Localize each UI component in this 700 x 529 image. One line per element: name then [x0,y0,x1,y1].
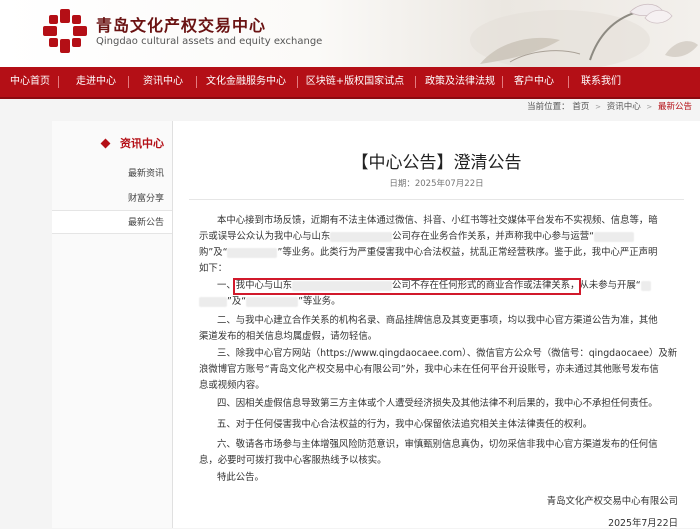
text-line: 二、与我中心建立合作关系的机构名录、商品挂牌信息及其变更事项，均以我中心官方渠道… [217,315,658,326]
text-line: ”及“ ”等业务。 [199,294,679,310]
chevron-right-icon: > [595,103,601,111]
site-subtitle: Qingdao cultural assets and equity excha… [96,36,323,47]
text-line: 本中心接到市场反馈，近期有不法主体通过微信、抖音、小红书等社交媒体平台发布不实视… [217,215,658,226]
sidebar-title: 资讯中心 [120,137,164,150]
paragraph-closing: 特此公告。 [199,470,679,486]
text-line: 特此公告。 [217,472,264,483]
breadcrumb-current: 最新公告 [657,102,692,112]
highlight-box [233,278,581,295]
redacted-text [594,231,634,242]
redacted-text [227,247,278,258]
text-span: ”等业务。 [298,296,341,307]
text-line: 示或误导公众认为我中心与山东 公司存在业务合作关系，并声称我中心参与运营“ [199,229,679,245]
nav-divider [415,76,416,88]
text-line: 渠道发布的相关信息均属虚假，请勿轻信。 [199,331,378,342]
nav-finance-service[interactable]: 文化金融服务中心 [206,67,286,97]
article-title: 【中心公告】澄清公告 [351,153,522,173]
nav-home[interactable]: 中心首页 [10,67,50,97]
breadcrumb-news[interactable]: 资讯中心 [607,100,641,112]
text-line: 四、因相关虚假信息导致第三方主体或个人遭受经济损失及其他法律不利后果的，我中心不… [217,398,658,409]
sidebar-item-announcements[interactable]: 最新公告 [52,210,172,234]
nav-news[interactable]: 资讯中心 [143,67,183,97]
text-span: 示或误导公众认为我中心与山东 [199,231,331,242]
redacted-text [640,280,651,291]
nav-about[interactable]: 走进中心 [76,67,116,97]
text-line: 五、对于任何侵害我中心合法权益的行为，我中心保留依法追究相关主体法律责任的权利。 [217,419,593,430]
article-date: 日期：2025年07月22日 [389,179,484,189]
text-span: 公司存在业务合作关系，并声称我中心参与运营“ [392,231,594,242]
nav-divider [128,76,129,88]
sidebar: 资讯中心 最新资讯 财富分享 最新公告 [52,121,173,528]
main-nav: 中心首页 走进中心 资讯中心 文化金融服务中心 区块链+版权国家试点 政策及法律… [0,67,700,99]
text-line: 息或视频内容。 [199,380,265,391]
redacted-text [246,296,299,307]
article: 【中心公告】澄清公告 日期：2025年07月22日 本中心接到市场反馈，近期有不… [173,121,700,529]
redacted-text [330,231,393,242]
sidebar-item-latest-news[interactable]: 最新资讯 [52,162,172,186]
paragraph-point-3: 三、除我中心官方网站（https://www.qingdaocaee.com）、… [199,346,679,394]
divider [189,199,684,200]
nav-blockchain[interactable]: 区块链+版权国家试点 [306,67,404,97]
paragraph-intro: 本中心接到市场反馈，近期有不法主体通过微信、抖音、小红书等社交媒体平台发布不实视… [199,213,679,277]
lotus-illustration-icon [470,3,698,67]
text-span: 从未参与开展“ [579,280,641,291]
logo-icon[interactable] [40,6,90,56]
sidebar-item-wealth-share[interactable]: 财富分享 [52,187,172,211]
breadcrumb: 当前位置： 首页 > 资讯中心 > 最新公告 [527,100,692,116]
text-line: 如下： [199,263,228,274]
nav-divider [196,76,197,88]
diamond-icon [100,138,111,149]
text-line: 浪微博官方账号“青岛文化产权交易中心有限公司”外，我中心未在任何平台开设账号，亦… [199,364,659,375]
nav-policy[interactable]: 政策及法律法规 [425,67,495,97]
text-line: 购”及“ ”等业务。此类行为严重侵害我中心合法权益，扰乱正常经营秩序。鉴于此，我中… [199,245,679,261]
text-span: ”及“ [227,296,247,307]
text-span: ”等业务。此类行为严重侵害我中心合法权益，扰乱正常经营秩序。鉴于此，我中心严正声… [277,247,658,258]
text-line: 三、除我中心官方网站（https://www.qingdaocaee.com）、… [217,348,678,359]
paragraph-point-2: 二、与我中心建立合作关系的机构名录、商品挂牌信息及其变更事项，均以我中心官方渠道… [199,313,679,345]
text-line: 六、敬请各市场参与主体增强风险防范意识，审慎甄别信息真伪，切勿采信非我中心官方渠… [217,439,658,450]
nav-divider [297,76,298,88]
paragraph-point-5: 五、对于任何侵害我中心合法权益的行为，我中心保留依法追究相关主体法律责任的权利。 [199,417,679,433]
breadcrumb-prefix: 当前位置： [527,102,570,112]
chevron-right-icon: > [646,103,653,111]
site-header: 青岛文化产权交易中心 Qingdao cultural assets and e… [0,0,700,67]
signature-date: 2025年7月22日 [608,518,678,529]
nav-contact[interactable]: 联系我们 [581,67,621,97]
nav-divider [58,76,59,88]
nav-divider [502,76,503,88]
nav-divider [568,76,569,88]
sidebar-header: 资讯中心 [52,121,172,165]
breadcrumb-home[interactable]: 首页 [572,100,589,112]
paragraph-point-6: 六、敬请各市场参与主体增强风险防范意识，审慎甄别信息真伪，切勿采信非我中心官方渠… [199,437,679,469]
text-span: 购”及“ [199,247,228,258]
text-line: 息，必要时可拨打我中心客服热线予以核实。 [199,455,387,466]
redacted-text [199,296,227,307]
site-title: 青岛文化产权交易中心 [96,16,267,35]
signature-organization: 青岛文化产权交易中心有限公司 [546,496,678,507]
paragraph-point-4: 四、因相关虚假信息导致第三方主体或个人遭受经济损失及其他法律不利后果的，我中心不… [199,396,679,412]
nav-customer[interactable]: 客户中心 [514,67,554,97]
